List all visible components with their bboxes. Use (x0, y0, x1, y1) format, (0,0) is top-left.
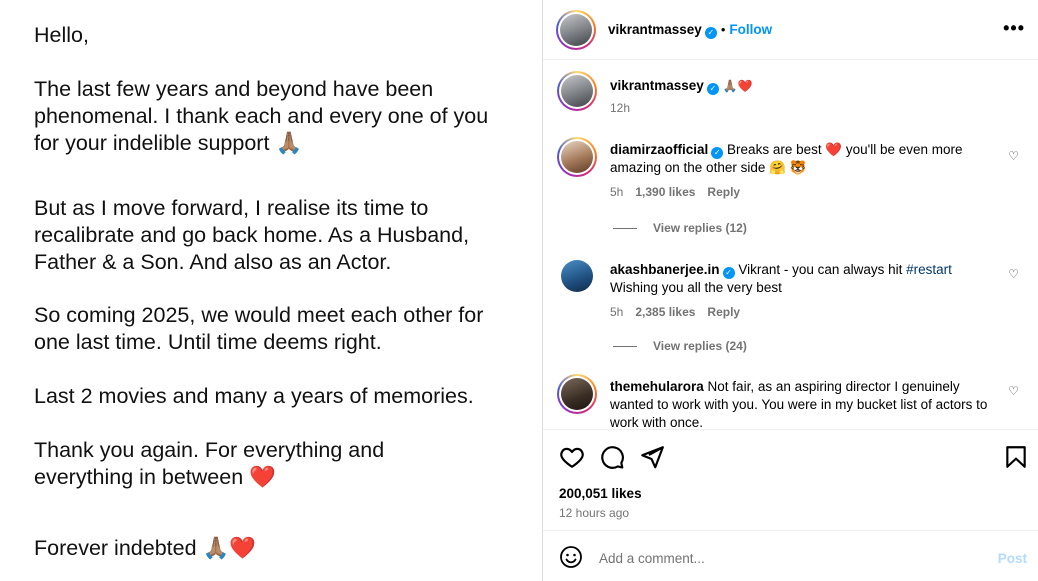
comment-username[interactable]: themehularora (610, 379, 704, 394)
post-actions: 200,051 likes 12 hours ago (543, 429, 1038, 529)
comment-like-icon[interactable]: ♡ (1008, 267, 1019, 281)
follow-button[interactable]: Follow (729, 22, 772, 37)
post-header: vikrantmassey ✓ • Follow ••• (543, 0, 1038, 60)
comment-likes[interactable]: 1,390 likes (635, 185, 695, 199)
verified-icon: ✓ (706, 83, 719, 95)
comment-input[interactable]: Add a comment... (599, 551, 705, 566)
comment-username[interactable]: akashbanerjee.in (610, 262, 720, 277)
caption-text: 🙏🏽❤️ (722, 79, 753, 93)
post-side-panel: vikrantmassey ✓ • Follow ••• vikrantmassey ✓… (542, 0, 1038, 581)
author-avatar[interactable] (556, 10, 596, 50)
comment-like-icon[interactable]: ♡ (1008, 149, 1019, 163)
post-paragraph-5: Thank you again. For everything and ever… (34, 438, 385, 490)
heart-icon[interactable] (559, 444, 585, 470)
caption-avatar[interactable] (557, 71, 597, 111)
commenter-avatar[interactable] (557, 137, 597, 177)
commenter-avatar[interactable] (557, 374, 597, 414)
post-paragraph-6: Forever indebted 🙏🏽❤️ (34, 536, 257, 561)
reply-button[interactable]: Reply (707, 305, 740, 319)
comment-text-2: Wishing you all the very best (610, 280, 782, 295)
caption-username[interactable]: vikrantmassey (610, 78, 704, 93)
post-greeting: Hello, (34, 23, 89, 47)
comment-meta: 5h 2,385 likes Reply (610, 305, 752, 319)
comment-icon[interactable] (599, 444, 625, 470)
post-paragraph-1: The last few years and beyond have been … (34, 77, 489, 156)
view-replies-button[interactable]: View replies (24) (613, 339, 747, 353)
bookmark-icon[interactable] (1003, 444, 1029, 470)
comment-time: 5h (610, 185, 624, 199)
verified-icon: ✓ (722, 267, 735, 279)
comment-body: akashbanerjee.in ✓ Vikrant - you can alwa… (610, 261, 1005, 297)
post-paragraph-4: Last 2 movies and many a years of memori… (34, 384, 474, 408)
comment-body: themehularora Not fair, as an aspiring d… (610, 378, 1005, 429)
post-timestamp: 12 hours ago (559, 506, 630, 520)
post-image: Hello, The last few years and beyond hav… (0, 0, 542, 581)
verified-icon: ✓ (704, 27, 717, 39)
post-paragraph-2: But as I move forward, I realise its tim… (34, 196, 470, 274)
like-count[interactable]: 200,051 likes (559, 486, 642, 501)
post-comment-button[interactable]: Post (998, 551, 1027, 566)
comment-meta: 5h 1,390 likes Reply (610, 185, 752, 199)
reply-button[interactable]: Reply (707, 185, 740, 199)
commenter-avatar[interactable] (561, 260, 593, 292)
folded-hands-emoji: 🙏🏽 (275, 131, 303, 156)
header-user-row: vikrantmassey ✓ • Follow (608, 21, 772, 39)
comment-body: diamirzaofficial ✓ Breaks are best ❤️ you… (610, 141, 1005, 177)
header-username[interactable]: vikrantmassey (608, 22, 702, 37)
comment-time: 5h (610, 305, 624, 319)
comments-list[interactable]: vikrantmassey ✓ 🙏🏽❤️ 12h diamirzaofficial… (543, 61, 1038, 429)
comment-text: Vikrant - you can always hit (738, 262, 907, 277)
view-replies-button[interactable]: View replies (12) (613, 221, 747, 235)
hands-heart-emoji: 🙏🏽❤️ (202, 536, 257, 561)
separator-dot: • (720, 22, 726, 37)
more-options-icon[interactable]: ••• (1003, 18, 1025, 39)
comment-username[interactable]: diamirzaofficial (610, 142, 708, 157)
comment-likes[interactable]: 2,385 likes (635, 305, 695, 319)
share-icon[interactable] (639, 444, 665, 470)
comment-like-icon[interactable]: ♡ (1008, 384, 1019, 398)
post-paragraph-3: So coming 2025, we would meet each other… (34, 303, 484, 354)
add-comment-bar: Add a comment... Post (543, 530, 1038, 581)
heart-emoji: ❤️ (249, 465, 276, 490)
hashtag-link[interactable]: #restart (906, 262, 952, 277)
emoji-picker-icon[interactable] (559, 545, 583, 569)
caption-time: 12h (610, 101, 631, 115)
verified-icon: ✓ (711, 147, 724, 159)
